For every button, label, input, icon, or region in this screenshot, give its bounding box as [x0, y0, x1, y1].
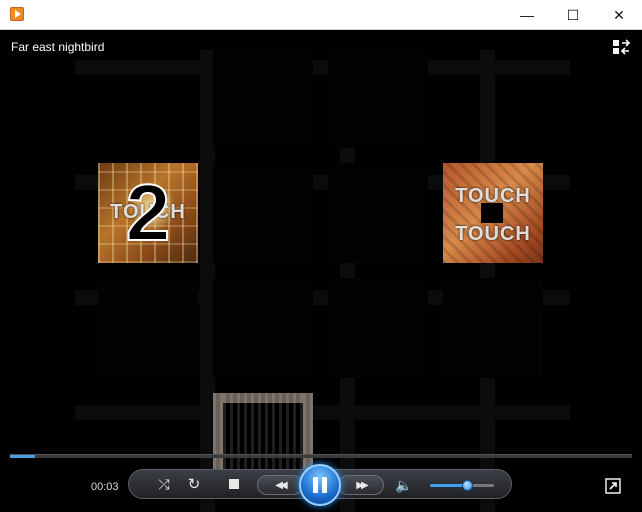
video-tile-touch-2: TOUCH 2 — [98, 163, 198, 263]
media-player-icon[interactable] — [10, 7, 24, 21]
fullscreen-icon[interactable] — [605, 478, 621, 494]
tile-digit: 2 — [125, 168, 172, 257]
stop-button[interactable] — [227, 477, 241, 491]
video-grid-cell — [213, 163, 313, 263]
video-grid-cell — [213, 48, 313, 148]
title-bar: — ☐ ✕ — [0, 0, 642, 30]
shuffle-button[interactable]: ⤮ — [154, 474, 174, 494]
previous-button[interactable]: ◀◀ — [257, 475, 303, 495]
video-grid-cell — [98, 278, 198, 378]
tile-hole — [481, 203, 503, 223]
volume-icon: 🔈 — [395, 476, 413, 493]
tile-text-bottom: TOUCH — [455, 223, 531, 245]
shuffle-icon: ⤮ — [158, 475, 170, 492]
next-button[interactable]: ▶▶ — [338, 475, 384, 495]
seek-bar-fill — [10, 455, 35, 458]
switch-to-library-icon[interactable] — [612, 39, 630, 55]
elapsed-time: 00:03 — [91, 481, 119, 493]
video-area[interactable]: TOUCH 2 TOUCH TOUCH Far east nightbird 0… — [0, 30, 642, 512]
video-grid-cell — [213, 278, 313, 378]
video-grid-cell — [328, 278, 428, 378]
video-tile-touch-double: TOUCH TOUCH — [443, 163, 543, 263]
next-icon: ▶▶ — [356, 479, 369, 491]
close-button[interactable]: ✕ — [596, 0, 642, 30]
media-title: Far east nightbird — [11, 40, 105, 54]
repeat-icon: ↻ — [187, 476, 201, 493]
pause-icon — [313, 477, 327, 493]
video-grid-cell — [443, 278, 543, 378]
repeat-button[interactable]: ↻ — [184, 474, 204, 494]
pause-button[interactable] — [299, 464, 341, 506]
video-grid-cell — [328, 48, 428, 148]
mute-button[interactable]: 🔈 — [395, 476, 413, 494]
seek-bar[interactable] — [10, 454, 632, 458]
previous-icon: ◀◀ — [275, 479, 288, 491]
maximize-button[interactable]: ☐ — [550, 0, 596, 30]
minimize-button[interactable]: — — [504, 0, 550, 30]
volume-slider[interactable] — [430, 480, 494, 491]
video-grid-cell — [328, 163, 428, 263]
